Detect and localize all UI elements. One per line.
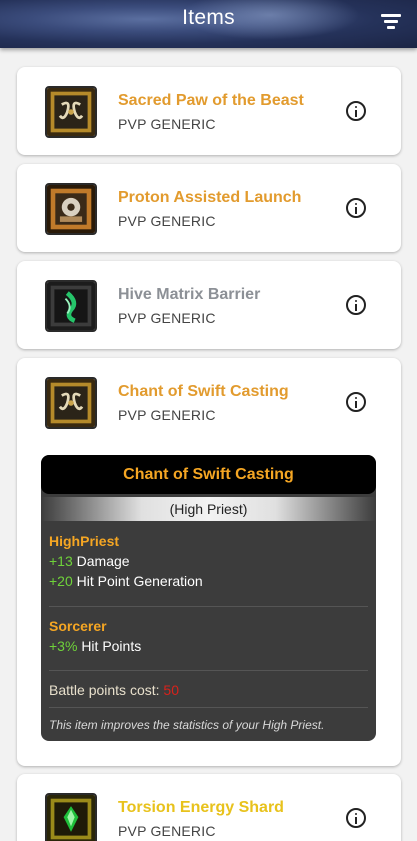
info-icon[interactable] [346,101,366,121]
battle-points-cost: Battle points cost: 50 [49,682,179,698]
stat-value: +20 [49,573,73,589]
app-header: Items [0,0,417,48]
info-icon[interactable] [346,392,366,412]
item-icon-paw [45,86,97,138]
stat-value: +13 [49,553,73,569]
stat-row: +3% Hit Points [49,638,141,654]
info-icon[interactable] [346,198,366,218]
divider [49,606,368,607]
divider [49,707,368,708]
item-category: PVP GENERIC [118,823,216,839]
stat-group-title: HighPriest [49,533,120,549]
stat-row: +20 Hit Point Generation [49,573,203,589]
item-name: Sacred Paw of the Beast [118,92,304,109]
item-icon-chant [45,377,97,429]
item-category: PVP GENERIC [118,116,216,132]
item-category: PVP GENERIC [118,310,216,326]
item-description: This item improves the statistics of you… [49,718,325,732]
stat-label: Hit Points [81,638,142,654]
item-name: Proton Assisted Launch [118,189,302,206]
info-icon[interactable] [346,808,366,828]
stat-group-title: Sorcerer [49,618,107,634]
cost-label: Battle points cost: [49,682,160,698]
stat-row: +13 Damage [49,553,130,569]
item-detail-panel: Chant of Swift Casting (High Priest) Hig… [41,455,376,741]
stat-value: +3% [49,638,78,654]
item-name: Chant of Swift Casting [118,383,289,400]
detail-class-label: (High Priest) [41,497,376,521]
item-icon-launch [45,183,97,235]
stat-label: Hit Point Generation [76,573,203,589]
item-card[interactable]: Hive Matrix Barrier PVP GENERIC [17,261,401,349]
item-name: Hive Matrix Barrier [118,286,261,303]
item-card[interactable]: Sacred Paw of the Beast PVP GENERIC [17,67,401,155]
item-icon-shard [45,793,97,841]
filter-icon[interactable] [381,12,403,32]
item-card[interactable]: Torsion Energy Shard PVP GENERIC [17,774,401,841]
item-icon-barrier [45,280,97,332]
stat-label: Damage [76,553,130,569]
item-category: PVP GENERIC [118,407,216,423]
item-name: Torsion Energy Shard [118,799,284,816]
info-icon[interactable] [346,295,366,315]
page-title: Items [182,6,235,29]
item-card[interactable]: Proton Assisted Launch PVP GENERIC [17,164,401,252]
cost-value: 50 [163,682,179,698]
item-category: PVP GENERIC [118,213,216,229]
detail-title: Chant of Swift Casting [41,455,376,494]
divider [49,670,368,671]
